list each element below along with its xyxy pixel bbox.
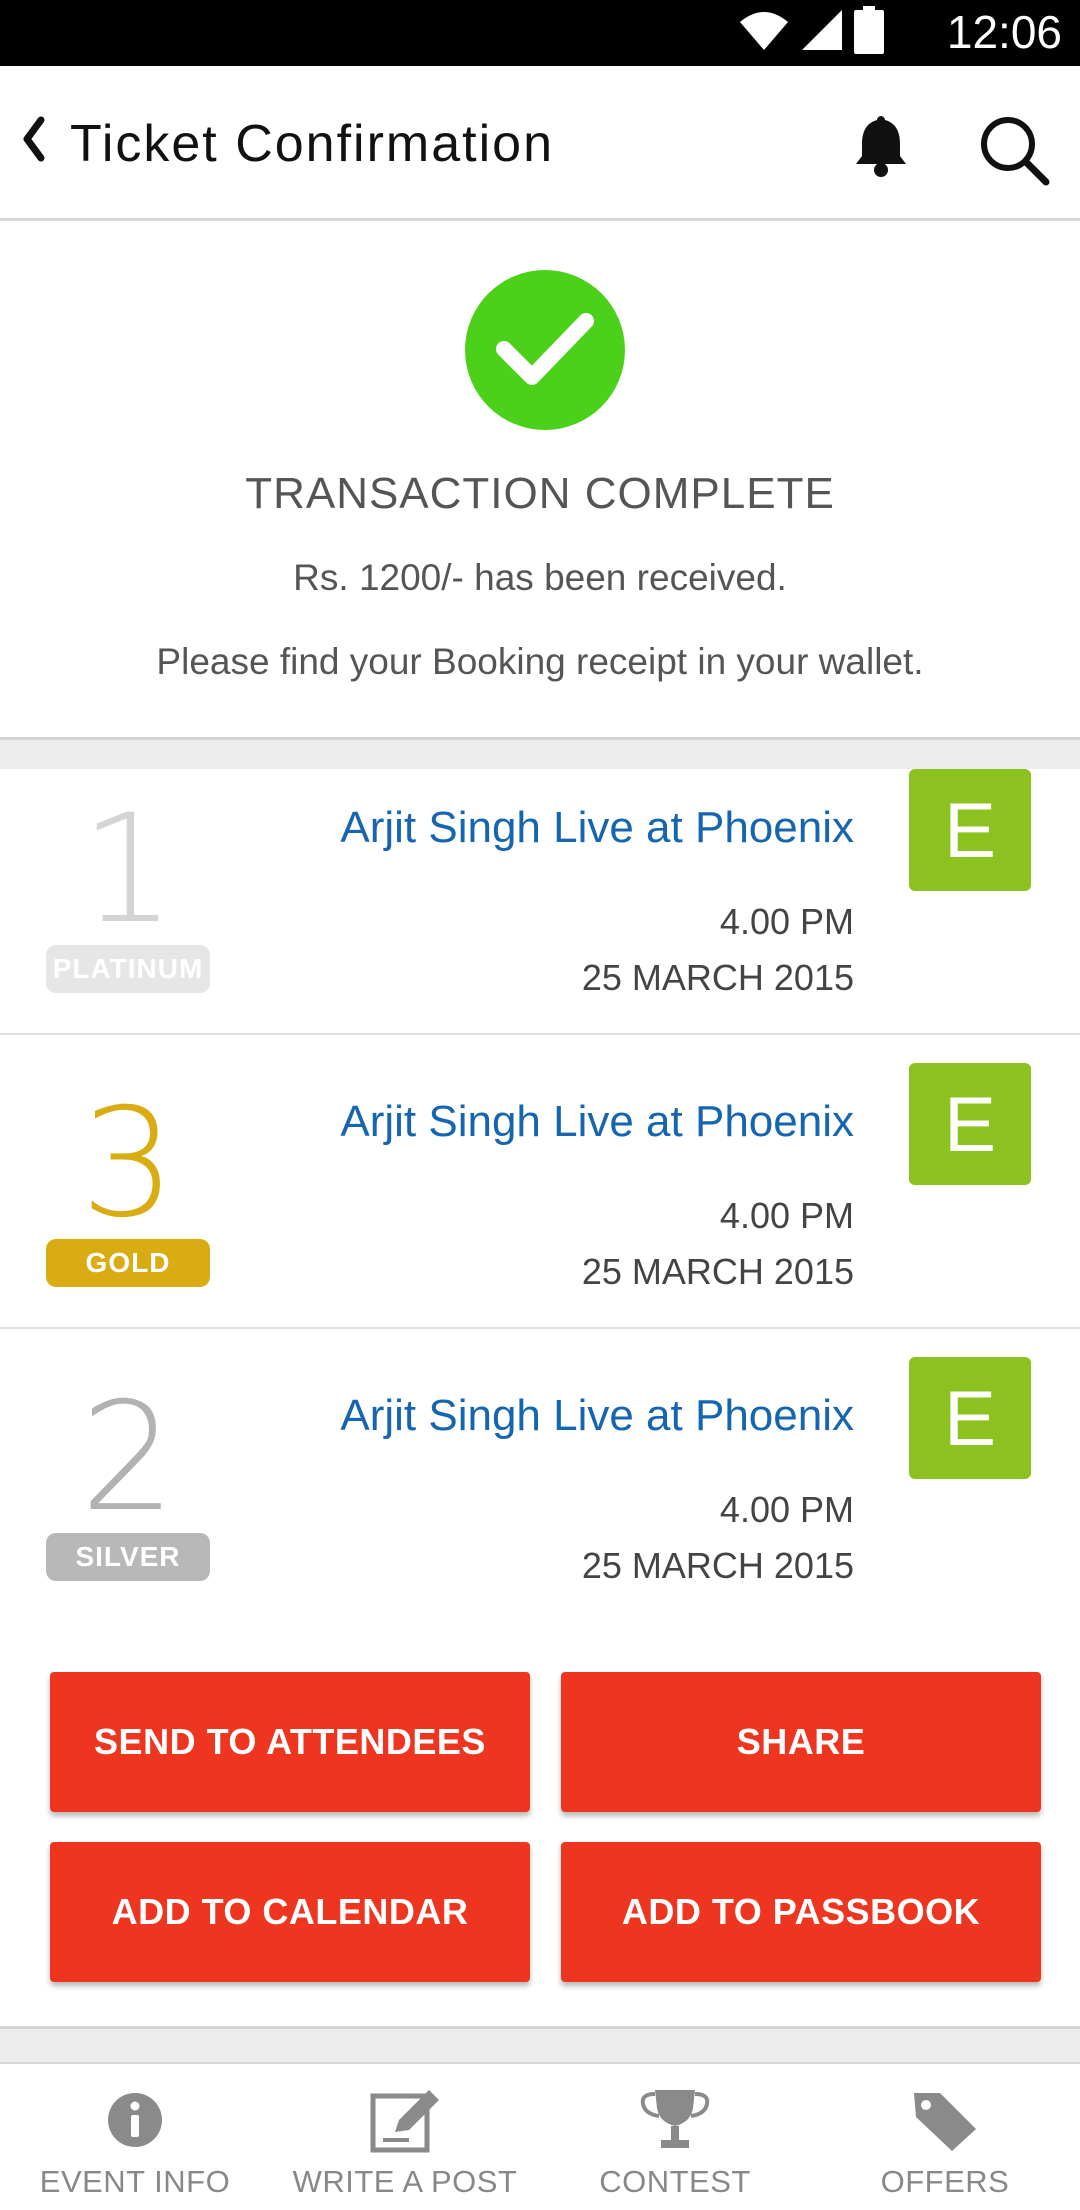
ticket-list: 1 PLATINUM Arjit Singh Live at Phoenix 4… bbox=[0, 769, 1080, 1651]
nav-label: OFFERS bbox=[880, 2164, 1010, 2199]
tier-badge: SILVER bbox=[46, 1533, 210, 1581]
nav-write-a-post[interactable]: WRITE A POST bbox=[270, 2064, 540, 2210]
add-to-calendar-button[interactable]: ADD TO CALENDAR bbox=[50, 1842, 530, 1982]
event-name[interactable]: Arjit Singh Live at Phoenix bbox=[340, 803, 854, 853]
ticket-count: 3 bbox=[80, 1077, 176, 1251]
ticket-item[interactable]: 3 GOLD Arjit Singh Live at Phoenix 4.00 … bbox=[0, 1063, 1080, 1329]
transaction-status-title: TRANSACTION COMPLETE bbox=[245, 469, 835, 518]
ticket-count: 1 bbox=[80, 783, 176, 957]
wifi-icon bbox=[738, 8, 790, 57]
nav-label: EVENT INFO bbox=[39, 2164, 231, 2199]
e-ticket-badge[interactable]: E bbox=[909, 769, 1031, 891]
ticket-item[interactable]: 2 SILVER Arjit Singh Live at Phoenix 4.0… bbox=[0, 1357, 1080, 1623]
tag-icon bbox=[907, 2082, 983, 2158]
event-date: 25 MARCH 2015 bbox=[581, 1251, 854, 1292]
signal-icon bbox=[800, 8, 844, 57]
share-button[interactable]: SHARE bbox=[561, 1672, 1041, 1812]
battery-icon bbox=[854, 5, 884, 59]
ticket-count: 2 bbox=[80, 1371, 176, 1545]
bottom-nav: EVENT INFO WRITE A POST CONTEST OFFERS bbox=[0, 2062, 1080, 2210]
amount-received-text: Rs. 1200/- has been received. bbox=[293, 557, 787, 598]
nav-offers[interactable]: OFFERS bbox=[810, 2064, 1080, 2210]
search-button[interactable] bbox=[978, 114, 1050, 186]
transaction-confirmation: TRANSACTION COMPLETE Rs. 1200/- has been… bbox=[0, 221, 1080, 737]
trophy-icon bbox=[637, 2082, 713, 2158]
status-time: 12:06 bbox=[946, 6, 1062, 58]
edit-icon bbox=[367, 2082, 443, 2158]
receipt-note: Please find your Booking receipt in your… bbox=[156, 641, 924, 682]
status-icons bbox=[738, 5, 884, 59]
status-bar: 12:06 bbox=[0, 0, 1080, 66]
event-time: 4.00 PM bbox=[719, 901, 854, 942]
section-divider bbox=[0, 737, 1080, 772]
event-date: 25 MARCH 2015 bbox=[581, 1545, 854, 1586]
ticket-item[interactable]: 1 PLATINUM Arjit Singh Live at Phoenix 4… bbox=[0, 769, 1080, 1035]
tier-badge: PLATINUM bbox=[46, 945, 210, 993]
e-ticket-badge[interactable]: E bbox=[909, 1063, 1031, 1185]
nav-label: WRITE A POST bbox=[292, 2164, 518, 2199]
send-to-attendees-button[interactable]: SEND TO ATTENDEES bbox=[50, 1672, 530, 1812]
back-chevron-icon bbox=[21, 116, 47, 167]
search-icon bbox=[978, 117, 1050, 190]
info-icon bbox=[97, 2082, 173, 2158]
notifications-button[interactable] bbox=[848, 112, 914, 178]
section-divider bbox=[0, 2026, 1080, 2065]
event-time: 4.00 PM bbox=[719, 1195, 854, 1236]
event-name[interactable]: Arjit Singh Live at Phoenix bbox=[340, 1391, 854, 1441]
event-date: 25 MARCH 2015 bbox=[581, 957, 854, 998]
back-button[interactable] bbox=[14, 106, 54, 176]
e-ticket-badge[interactable]: E bbox=[909, 1357, 1031, 1479]
nav-label: CONTEST bbox=[599, 2164, 751, 2199]
success-check-icon bbox=[465, 270, 625, 430]
page-title: Ticket Confirmation bbox=[70, 115, 554, 173]
nav-event-info[interactable]: EVENT INFO bbox=[0, 2064, 270, 2210]
event-time: 4.00 PM bbox=[719, 1489, 854, 1530]
tier-badge: GOLD bbox=[46, 1239, 210, 1287]
action-buttons: SEND TO ATTENDEES SHARE ADD TO CALENDAR … bbox=[0, 1620, 1080, 2026]
bell-icon bbox=[848, 116, 914, 182]
app-bar: Ticket Confirmation bbox=[0, 66, 1080, 221]
event-name[interactable]: Arjit Singh Live at Phoenix bbox=[340, 1097, 854, 1147]
nav-contest[interactable]: CONTEST bbox=[540, 2064, 810, 2210]
add-to-passbook-button[interactable]: ADD TO PASSBOOK bbox=[561, 1842, 1041, 1982]
